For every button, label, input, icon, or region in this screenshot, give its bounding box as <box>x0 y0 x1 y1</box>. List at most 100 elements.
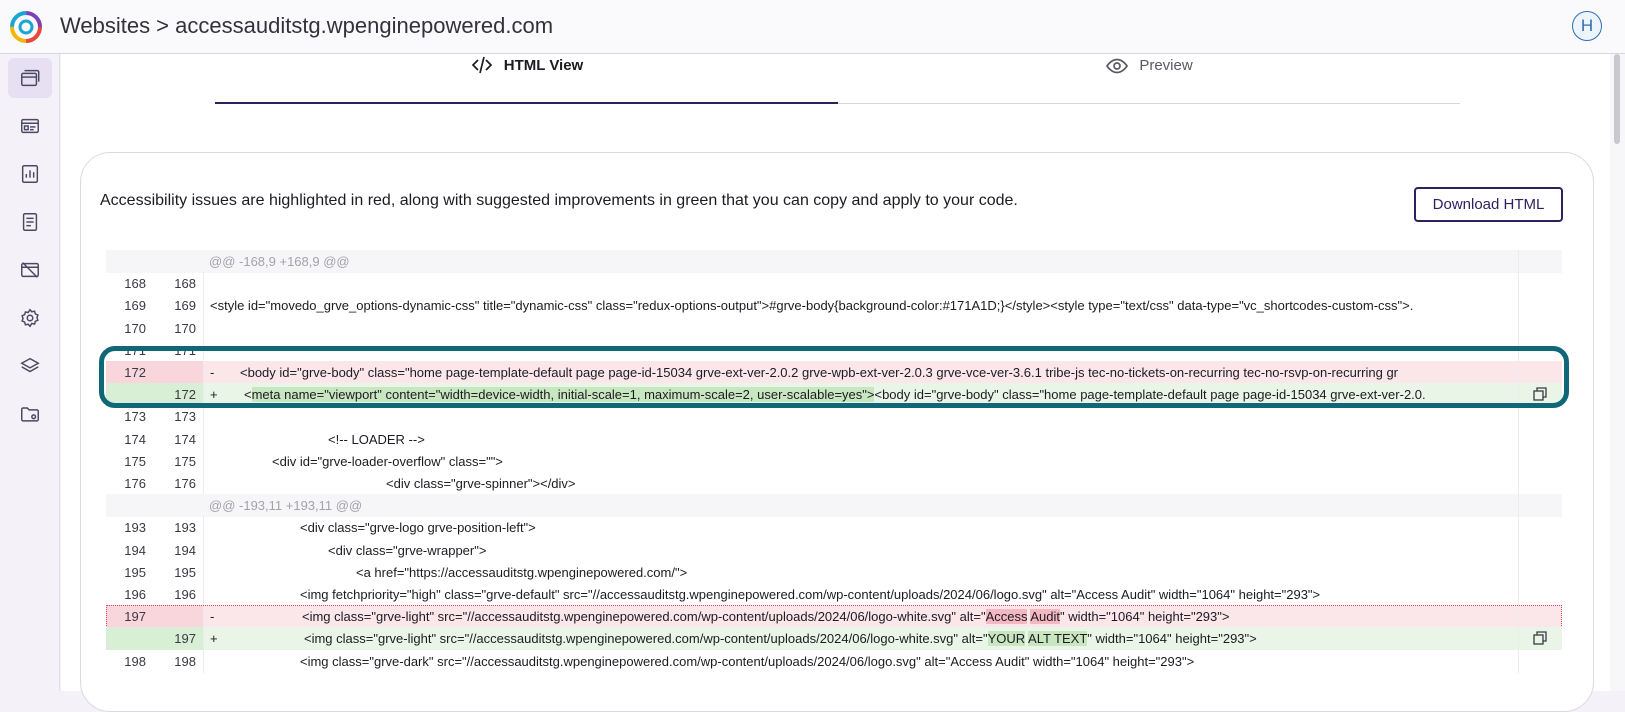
diff-line: 193 193 <div class="grve-logo grve-positio… <box>106 516 1562 540</box>
code-segment: " width="1064" height="293"> <box>1087 631 1257 647</box>
right-gutter-separator <box>1518 316 1519 340</box>
code-text: <img class="grve-light" src="//accessaud… <box>304 631 1518 647</box>
download-html-button[interactable]: Download HTML <box>1414 187 1563 222</box>
code-segment: <img class="grve-light" src="//accessaud… <box>304 631 988 647</box>
right-gutter-separator <box>1518 250 1519 273</box>
new-line-number: 198 <box>174 653 196 669</box>
gear-icon <box>21 308 39 328</box>
new-line-number: 174 <box>174 431 196 447</box>
new-line-number: 168 <box>174 276 196 292</box>
document-icon <box>22 213 38 231</box>
gutter-separator <box>203 449 204 473</box>
tab-preview-label: Preview <box>1139 57 1193 74</box>
sidebar-item-folders[interactable] <box>8 394 52 434</box>
code-text: <meta name="viewport" content="width=dev… <box>244 387 1518 403</box>
right-gutter-separator <box>1518 361 1519 384</box>
folder-settings-icon <box>21 407 39 422</box>
code-text: <div id="grve-loader-overflow" class=""> <box>272 454 1518 469</box>
tab-preview[interactable]: Preview <box>838 28 1460 104</box>
diff-line: 176 176 <div class="grve-spinner"></div> <box>106 472 1562 495</box>
view-tabs: HTML View Preview <box>215 28 1460 132</box>
code-segment: <img fetchpriority="high" class="grve-de… <box>300 587 1321 602</box>
hunk-label: @@ -193,11 +193,11 @@ <box>209 498 363 514</box>
new-line-number: 194 <box>174 542 196 558</box>
copy-icon[interactable] <box>1533 631 1547 646</box>
new-line-number: 195 <box>174 564 196 580</box>
right-gutter-separator <box>1518 472 1519 495</box>
new-line-number: 196 <box>174 587 196 602</box>
diff-line: 168 168 <box>106 272 1562 296</box>
diff-line: 194 194 <div class="grve-wrapper"> <box>106 538 1562 562</box>
diff-line: 197 + <img class="grve-light" src="//acces… <box>106 627 1562 651</box>
old-line-number: 169 <box>124 298 146 314</box>
new-line-number: 193 <box>174 520 196 536</box>
sidebar-item-websites[interactable] <box>8 58 52 98</box>
right-gutter-separator <box>1518 294 1519 318</box>
gutter-separator <box>203 361 204 384</box>
right-gutter-separator <box>1518 494 1519 518</box>
right-gutter-separator <box>1518 449 1519 473</box>
new-line-number: 170 <box>174 320 196 336</box>
app-logo-icon[interactable] <box>9 10 43 44</box>
gutter-separator <box>203 649 204 673</box>
diff-hunk-header: @@ -193,11 +193,11 @@ <box>106 494 1562 518</box>
old-line-number: 193 <box>124 520 146 536</box>
code-segment: <img class="grve-dark" src="//accessaudi… <box>300 653 1195 669</box>
tab-html-view[interactable]: HTML View <box>215 28 838 104</box>
right-gutter-separator <box>1518 560 1519 584</box>
code-text: <div class="grve-wrapper"> <box>328 543 1518 558</box>
sidebar-item-layers[interactable] <box>8 346 52 386</box>
code-segment: <div class="grve-logo grve-position-left… <box>300 520 536 536</box>
scrollbar-thumb[interactable] <box>1614 54 1620 144</box>
gutter-separator <box>203 316 204 340</box>
diff-line: 175 175 <div id="grve-loader-overflow" cla… <box>106 449 1562 473</box>
gutter-separator <box>203 560 204 584</box>
old-line-number: 195 <box>124 564 146 580</box>
gutter-separator <box>203 538 204 562</box>
gutter-separator <box>203 472 204 495</box>
notice-text: Accessibility issues are highlighted in … <box>100 192 1018 209</box>
old-line-number: 172 <box>124 365 146 380</box>
right-gutter-separator <box>1518 338 1519 362</box>
right-gutter-separator <box>1518 649 1519 673</box>
gutter-separator <box>203 583 204 606</box>
right-gutter-separator <box>1518 583 1519 606</box>
gutter-separator <box>203 272 204 296</box>
old-line-number: 175 <box>124 453 146 469</box>
old-line-number: 196 <box>124 587 146 602</box>
gutter-separator <box>203 516 204 540</box>
old-line-number: 194 <box>124 542 146 558</box>
sidebar-item-monitoring[interactable] <box>8 250 52 290</box>
gutter-separator <box>203 383 204 407</box>
code-segment: <a href="https://accessauditstg.wpengine… <box>356 564 688 580</box>
right-gutter-separator <box>1518 516 1519 540</box>
right-gutter-separator <box>1518 405 1519 429</box>
sidebar-item-settings[interactable] <box>8 298 52 338</box>
copy-icon[interactable] <box>1533 387 1547 401</box>
new-line-number: 172 <box>174 387 196 403</box>
highlighted-change: meta name="viewport" content="width=devi… <box>251 387 875 403</box>
sidebar-item-dashboard[interactable] <box>8 106 52 146</box>
right-gutter-separator <box>1518 383 1519 407</box>
page-scrollbar[interactable] <box>1610 54 1625 691</box>
code-segment: < <box>244 387 252 403</box>
new-line-number: 197 <box>174 631 196 647</box>
right-gutter-separator <box>1518 538 1519 562</box>
gutter-separator <box>203 627 204 651</box>
old-line-number: 171 <box>124 342 146 358</box>
user-avatar[interactable]: H <box>1572 11 1602 41</box>
old-line-number: 176 <box>124 476 146 491</box>
right-gutter-separator <box>1518 427 1519 451</box>
old-line-number: 174 <box>124 431 146 447</box>
sidebar-item-documents[interactable] <box>8 202 52 242</box>
diff-line: 169 169 <style id="movedo_grve_options-dyn… <box>106 294 1562 318</box>
chart-report-icon <box>21 165 39 183</box>
old-line-number: 170 <box>124 320 146 336</box>
diff-line: 170 170 <box>106 316 1562 340</box>
code-text: <style id="movedo_grve_options-dynamic-c… <box>210 298 1518 313</box>
sidebar-item-reports[interactable] <box>8 154 52 194</box>
diff-line: 173 173 <box>106 405 1562 429</box>
code-segment: <style id="movedo_grve_options-dynamic-c… <box>210 298 1414 314</box>
gutter-separator <box>203 427 204 451</box>
diff-line: 196 196 <img fetchpriority="high" class="g… <box>106 583 1562 606</box>
